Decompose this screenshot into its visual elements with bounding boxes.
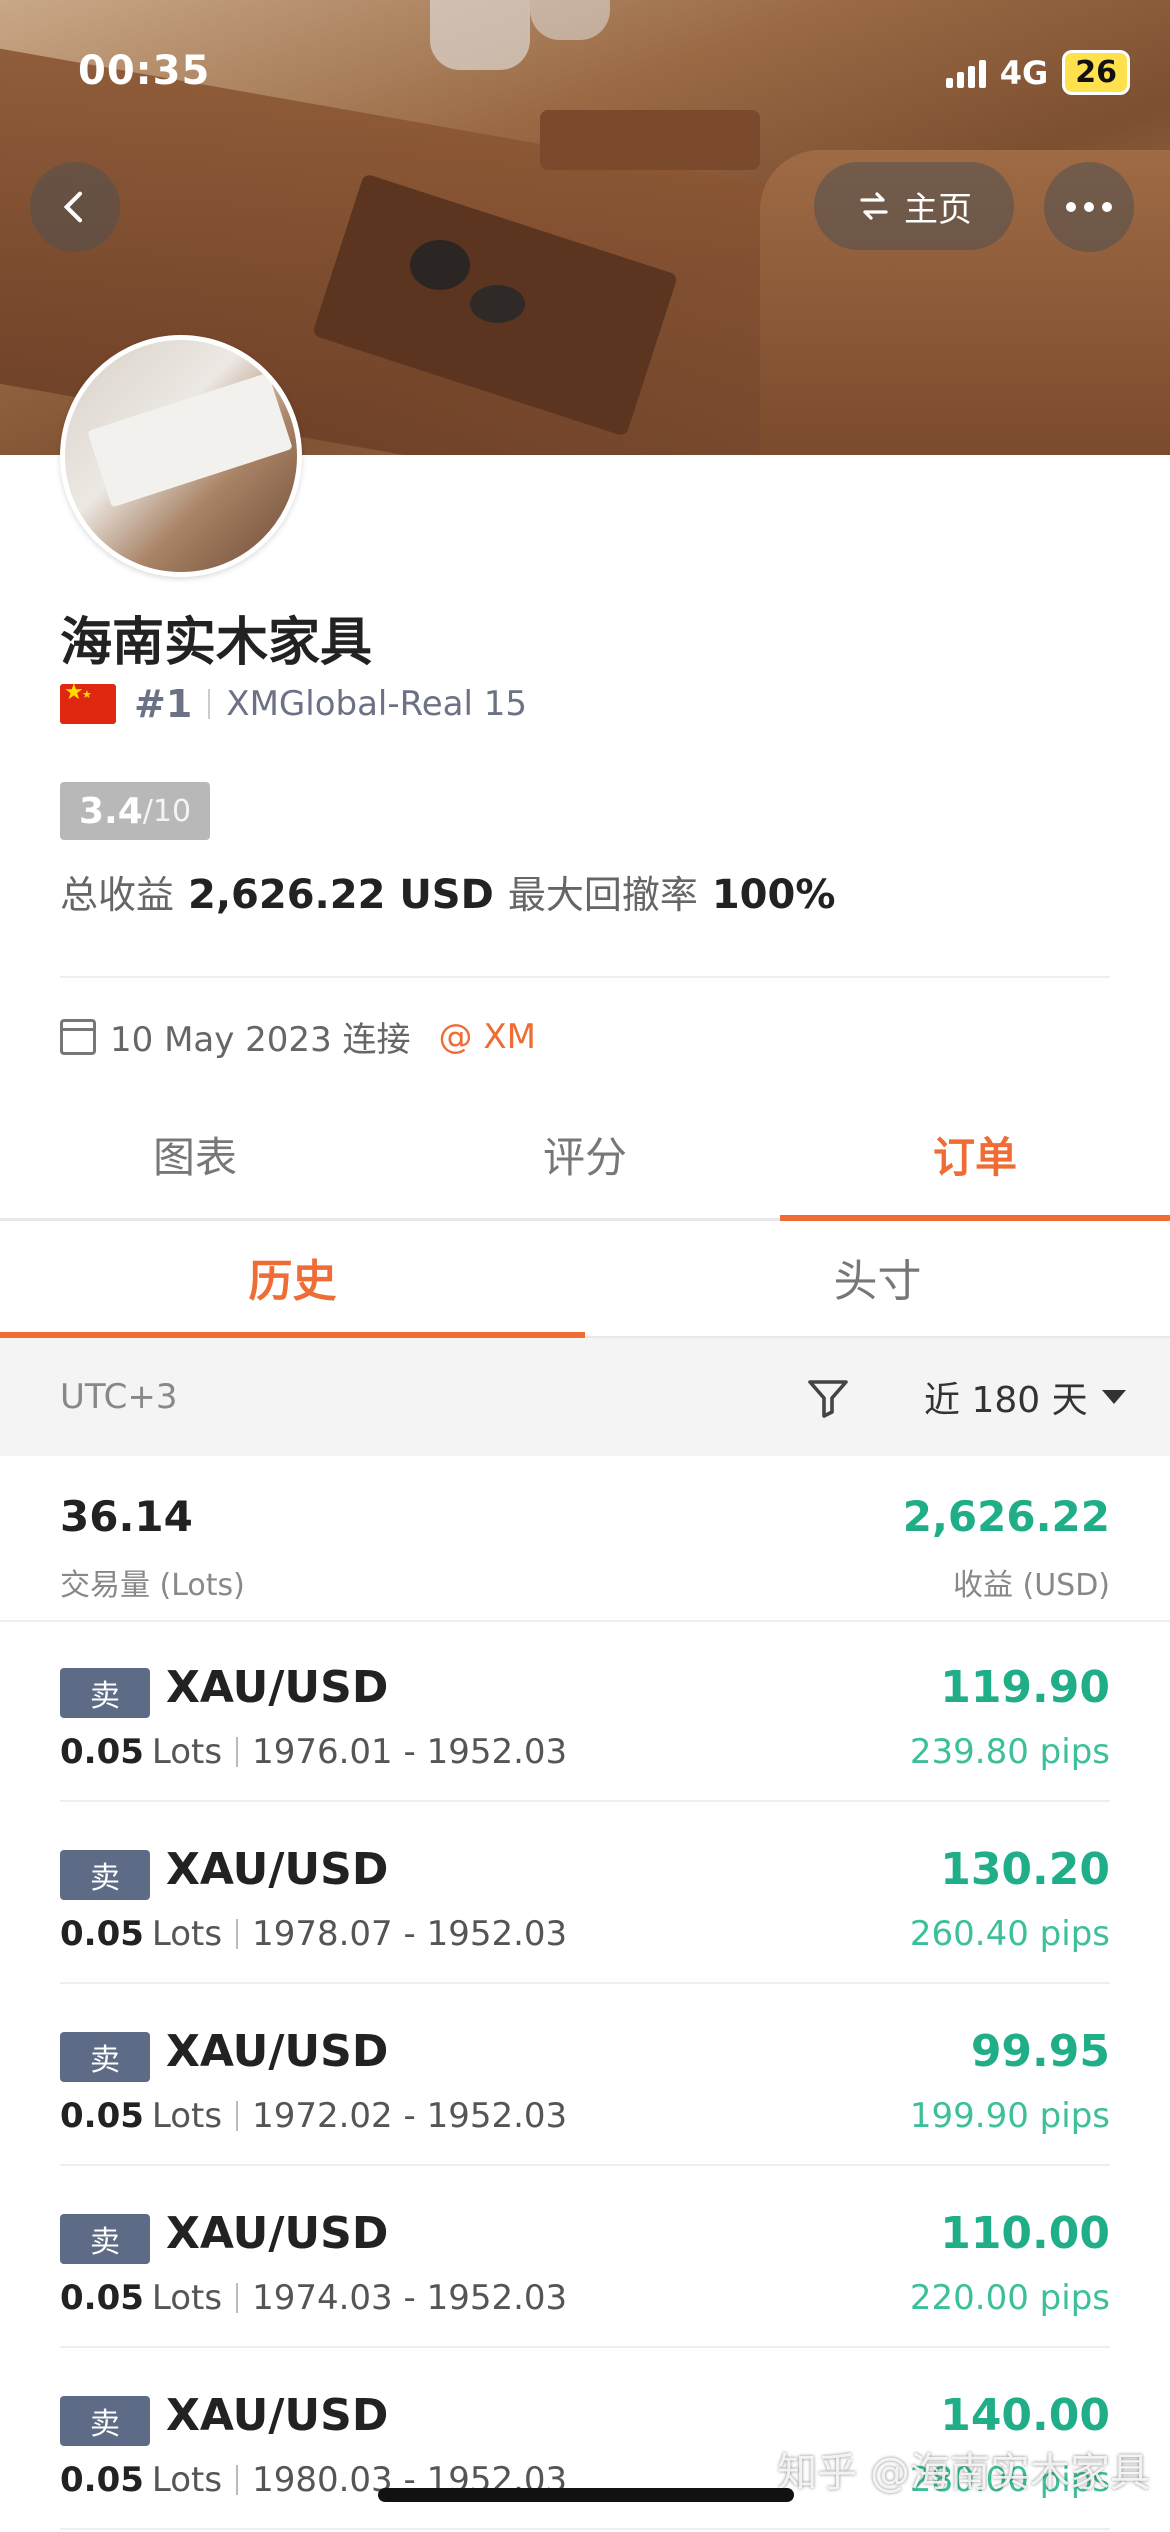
total-lots-label: 交易量 (Lots): [60, 1568, 245, 1603]
max-drawdown-label: 最大回撤率: [507, 873, 698, 917]
score-max: /10: [142, 793, 192, 829]
order-profit: 119.90: [940, 1662, 1110, 1713]
swap-icon: [860, 192, 888, 220]
sell-badge: 卖: [60, 2396, 150, 2446]
connect-row: 10 May 2023 连接 @ XM: [60, 1012, 536, 1061]
order-meta: 0.05 Lots 1974.03 - 1952.03: [60, 2278, 567, 2318]
summary: 36.14 交易量 (Lots) 2,626.22 收益 (USD): [0, 1456, 1170, 1622]
chevron-left-icon: [63, 191, 83, 223]
order-profit: 140.00: [940, 2390, 1110, 2441]
total-profit-usd-label: 收益 (USD): [952, 1568, 1110, 1603]
order-profit: 110.00: [940, 2208, 1110, 2259]
caret-down-icon: [1101, 1390, 1126, 1404]
order-profit: 99.95: [970, 2026, 1110, 2077]
status-time: 00:35: [78, 48, 211, 94]
stats-row: 总收益 2,626.22 USD 最大回撤率 100%: [60, 864, 835, 919]
order-pips: 239.80 pips: [909, 1732, 1110, 1772]
avatar: [60, 335, 302, 577]
filter-icon[interactable]: [804, 1374, 852, 1422]
order-symbol: XAU/USD: [166, 2026, 389, 2077]
server-name: XMGlobal-Real 15: [226, 684, 528, 724]
battery-icon: 26: [1062, 50, 1130, 95]
order-row[interactable]: 卖 XAU/USD 0.05 Lots 1978.07 - 1952.03 130…: [60, 1802, 1110, 1984]
max-drawdown-value: 100%: [711, 872, 836, 918]
order-lots: 0.05: [60, 1914, 144, 1954]
broker-link[interactable]: @ XM: [439, 1017, 536, 1057]
calendar-icon: [60, 1018, 96, 1055]
total-lots: 36.14: [60, 1492, 193, 1541]
order-lots-unit: Lots: [151, 1914, 223, 1954]
divider: [60, 976, 1110, 978]
order-lots-unit: Lots: [151, 1732, 223, 1772]
order-meta: 0.05 Lots 1976.01 - 1952.03: [60, 1732, 567, 1772]
total-profit-value: 2,626.22 USD: [188, 872, 494, 918]
order-subtabs: 历史 头寸: [0, 1218, 1170, 1338]
more-button[interactable]: [1044, 162, 1134, 252]
order-lots-unit: Lots: [151, 2460, 223, 2500]
sell-badge: 卖: [60, 2214, 150, 2264]
order-price-range: 1976.01 - 1952.03: [252, 1732, 568, 1772]
subtab-positions[interactable]: 头寸: [585, 1218, 1170, 1336]
order-profit: 130.20: [940, 1844, 1110, 1895]
home-indicator[interactable]: [378, 2488, 794, 2502]
status-indicators: 4G 26: [945, 50, 1130, 95]
order-price-range: 1974.03 - 1952.03: [252, 2278, 568, 2318]
order-pips: 199.90 pips: [909, 2096, 1110, 2136]
order-lots: 0.05: [60, 2096, 144, 2136]
order-price-range: 1972.02 - 1952.03: [252, 2096, 568, 2136]
order-lots: 0.05: [60, 1732, 144, 1772]
sell-badge: 卖: [60, 2032, 150, 2082]
order-row[interactable]: 卖 XAU/USD 0.05 Lots 1974.03 - 1952.03 110…: [60, 2166, 1110, 2348]
rank-row: #1 XMGlobal-Real 15: [60, 680, 528, 726]
tab-rating[interactable]: 评分: [390, 1090, 780, 1218]
order-row[interactable]: 卖 XAU/USD 0.05 Lots 1980.03 - 1952.03 140…: [60, 2348, 1110, 2530]
home-button-label: 主页: [904, 189, 972, 230]
tab-chart[interactable]: 图表: [0, 1090, 390, 1218]
total-profit-usd: 2,626.22: [902, 1492, 1110, 1541]
network-type: 4G: [999, 53, 1049, 92]
filter-bar: UTC+3 近 180 天: [0, 1338, 1170, 1456]
dot-icon: [1102, 202, 1112, 212]
order-row[interactable]: 卖 XAU/USD 0.05 Lots 1976.01 - 1952.03 119…: [60, 1620, 1110, 1802]
dot-icon: [1084, 202, 1094, 212]
order-lots: 0.05: [60, 2278, 144, 2318]
period-label: 近 180 天: [924, 1380, 1088, 1421]
score-badge: 3.4/10: [60, 782, 210, 840]
period-dropdown[interactable]: 近 180 天: [924, 1371, 1126, 1423]
home-button[interactable]: 主页: [814, 162, 1014, 250]
order-lots-unit: Lots: [151, 2278, 223, 2318]
order-meta: 0.05 Lots 1978.07 - 1952.03: [60, 1914, 567, 1954]
order-price-range: 1978.07 - 1952.03: [252, 1914, 568, 1954]
main-tabs: 图表 评分 订单: [0, 1090, 1170, 1221]
order-symbol: XAU/USD: [166, 1662, 389, 1713]
sell-badge: 卖: [60, 1668, 150, 1718]
tab-orders[interactable]: 订单: [780, 1090, 1170, 1221]
sell-badge: 卖: [60, 1850, 150, 1900]
order-symbol: XAU/USD: [166, 1844, 389, 1895]
china-flag-icon: [60, 680, 116, 724]
signal-icon: [945, 58, 986, 88]
timezone-label: UTC+3: [60, 1377, 178, 1417]
order-pips: 260.40 pips: [909, 1914, 1110, 1954]
separator: [208, 689, 211, 719]
order-pips: 220.00 pips: [909, 2278, 1110, 2318]
order-list: 卖 XAU/USD 0.05 Lots 1976.01 - 1952.03 119…: [0, 1620, 1170, 2530]
order-symbol: XAU/USD: [166, 2208, 389, 2259]
profile-name: 海南实木家具: [60, 613, 373, 673]
order-symbol: XAU/USD: [166, 2390, 389, 2441]
order-row[interactable]: 卖 XAU/USD 0.05 Lots 1972.02 - 1952.03 99.…: [60, 1984, 1110, 2166]
total-profit-label: 总收益: [60, 873, 175, 917]
back-button[interactable]: [30, 162, 120, 252]
connected-date: 10 May 2023 连接: [110, 1020, 411, 1060]
rank: #1: [134, 682, 193, 726]
watermark: 知乎 @海南实木家具: [777, 2450, 1150, 2496]
order-meta: 0.05 Lots 1972.02 - 1952.03: [60, 2096, 567, 2136]
subtab-history[interactable]: 历史: [0, 1218, 585, 1338]
order-lots: 0.05: [60, 2460, 144, 2500]
dot-icon: [1066, 202, 1076, 212]
order-lots-unit: Lots: [151, 2096, 223, 2136]
score-value: 3.4: [78, 790, 143, 832]
